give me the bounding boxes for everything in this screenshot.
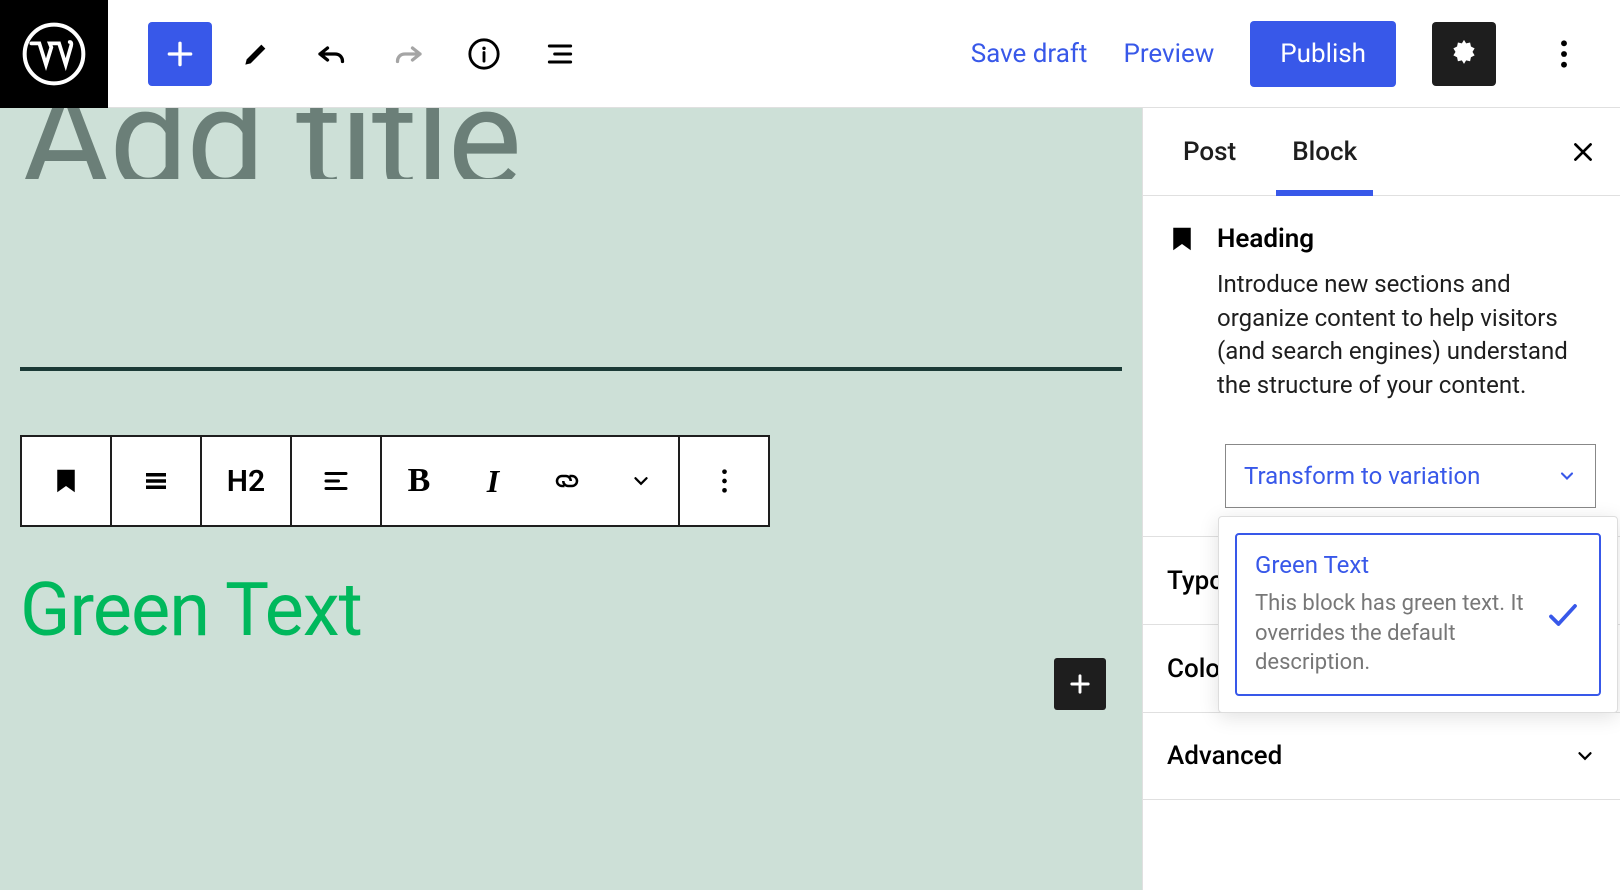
- block-toolbar: H2 B I: [20, 435, 770, 527]
- separator-block[interactable]: [20, 367, 1122, 371]
- wordpress-logo[interactable]: [0, 0, 108, 108]
- tab-block[interactable]: Block: [1276, 108, 1373, 195]
- post-title-input[interactable]: Add title: [20, 108, 1122, 179]
- close-sidebar-button[interactable]: [1570, 139, 1596, 165]
- chevron-down-icon: [1574, 745, 1596, 767]
- info-button[interactable]: [452, 22, 516, 86]
- redo-button[interactable]: [376, 22, 440, 86]
- variation-option-green-text[interactable]: Green Text This block has green text. It…: [1235, 533, 1601, 696]
- block-more-button[interactable]: [680, 437, 768, 525]
- editor-canvas[interactable]: Add title H2: [0, 108, 1142, 890]
- more-formatting-button[interactable]: [604, 437, 678, 525]
- chevron-down-icon: [1557, 466, 1577, 486]
- list-view-button[interactable]: [528, 22, 592, 86]
- transform-variation-label: Transform to variation: [1244, 462, 1480, 490]
- drag-handle-button[interactable]: [112, 437, 200, 525]
- check-icon: [1545, 597, 1581, 633]
- sidebar-tabs: Post Block: [1143, 108, 1620, 196]
- variation-popover: Green Text This block has green text. It…: [1218, 516, 1618, 713]
- save-draft-button[interactable]: Save draft: [971, 39, 1088, 69]
- undo-button[interactable]: [300, 22, 364, 86]
- inline-add-block-button[interactable]: [1054, 658, 1106, 710]
- heading-level-button[interactable]: H2: [202, 437, 290, 525]
- editor-tools: [108, 22, 592, 86]
- more-options-button[interactable]: [1532, 22, 1596, 86]
- align-button[interactable]: [292, 437, 380, 525]
- main-area: Add title H2: [0, 108, 1620, 890]
- block-type-button[interactable]: [22, 437, 110, 525]
- add-block-button[interactable]: [148, 22, 212, 86]
- variation-description: This block has green text. It overrides …: [1255, 589, 1533, 678]
- edit-mode-button[interactable]: [224, 22, 288, 86]
- italic-button[interactable]: I: [456, 437, 530, 525]
- block-description: Introduce new sections and organize cont…: [1217, 268, 1596, 402]
- top-toolbar: Save draft Preview Publish: [0, 0, 1620, 108]
- settings-sidebar: Post Block Heading Introduce new section…: [1142, 108, 1620, 890]
- preview-button[interactable]: Preview: [1123, 39, 1214, 69]
- bookmark-icon: [1167, 224, 1197, 402]
- panel-advanced[interactable]: Advanced: [1143, 712, 1620, 800]
- block-info-panel: Heading Introduce new sections and organ…: [1143, 196, 1620, 426]
- bold-button[interactable]: B: [382, 437, 456, 525]
- block-title: Heading: [1217, 224, 1596, 254]
- tab-post[interactable]: Post: [1167, 108, 1252, 195]
- transform-variation-select[interactable]: Transform to variation: [1225, 444, 1596, 508]
- publish-button[interactable]: Publish: [1250, 21, 1396, 87]
- publish-tools: Save draft Preview Publish: [971, 21, 1620, 87]
- variation-title: Green Text: [1255, 551, 1533, 579]
- link-button[interactable]: [530, 437, 604, 525]
- heading-block-content[interactable]: Green Text: [20, 567, 1122, 654]
- settings-button[interactable]: [1432, 22, 1496, 86]
